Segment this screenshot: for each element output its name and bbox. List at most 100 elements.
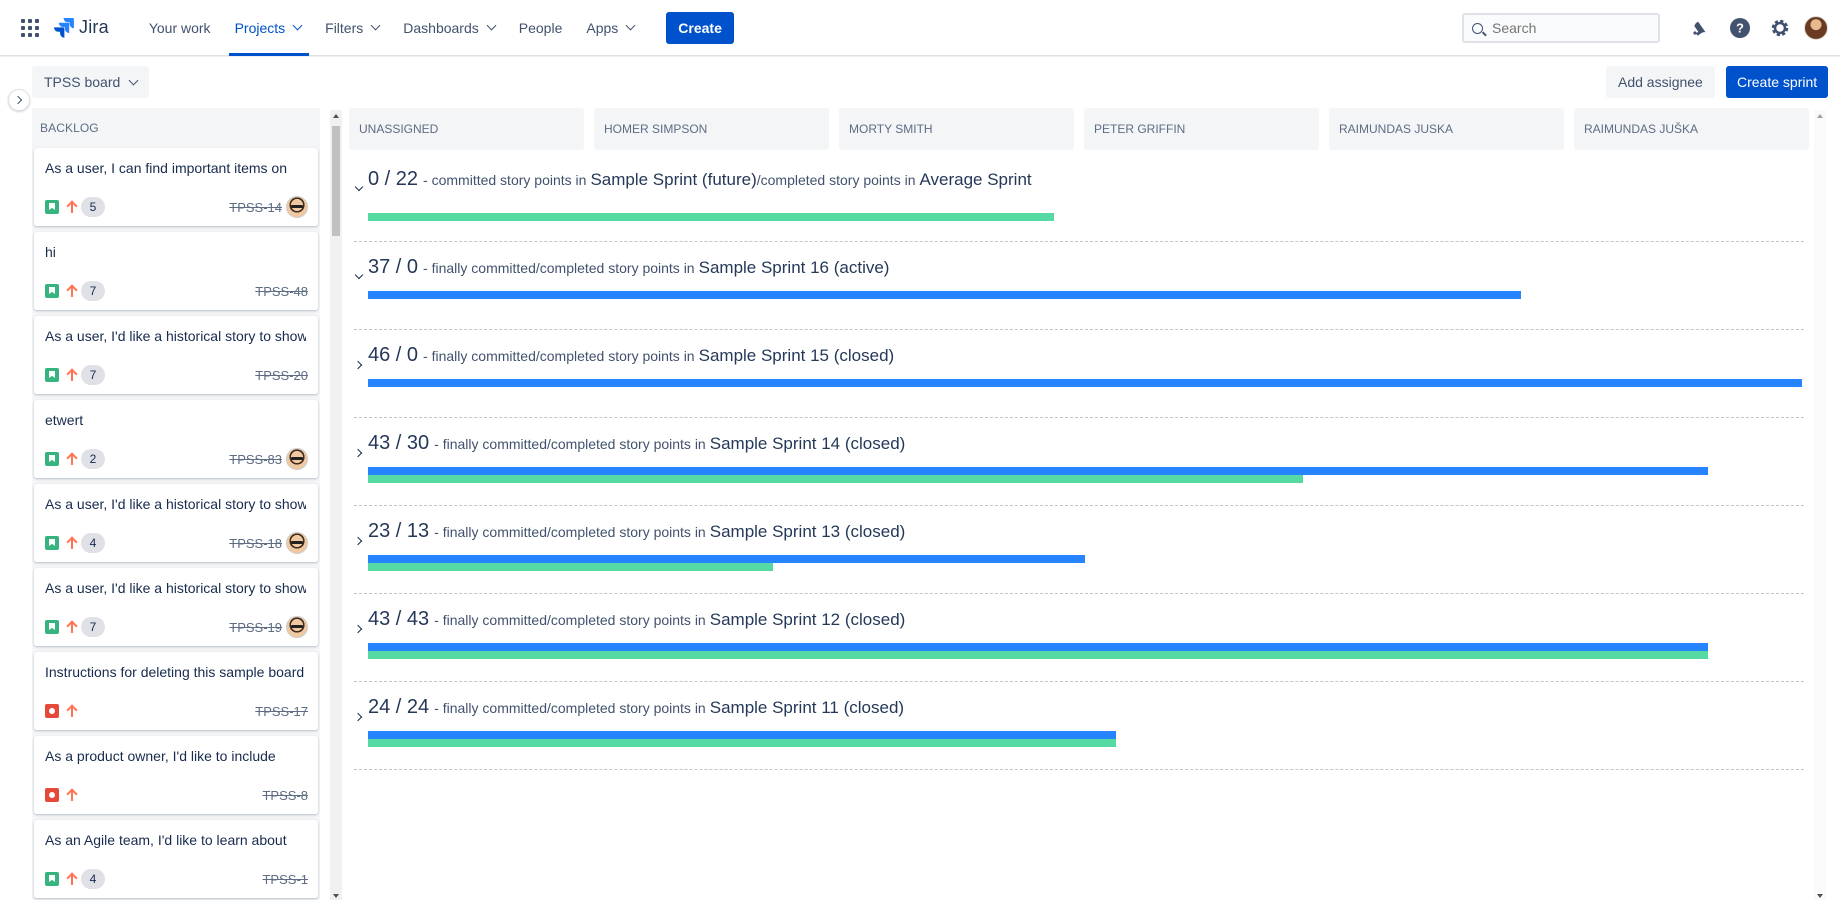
sprint-description: - finally committed/completed story poin…	[434, 612, 706, 628]
card-summary: As a product owner, I'd like to include	[45, 748, 276, 764]
search-box[interactable]	[1462, 13, 1660, 43]
backlog-card[interactable]: As a user, I'd like a historical story t…	[34, 484, 318, 562]
priority-high-icon	[66, 620, 78, 634]
completed-points-bar	[368, 739, 1116, 747]
settings-icon[interactable]	[1764, 12, 1796, 44]
committed-points-bar	[368, 731, 1116, 739]
backlog-card[interactable]: As an Agile team, I'd like to learn abou…	[34, 820, 318, 898]
issue-key[interactable]: TPSS-1	[262, 872, 308, 887]
issue-key[interactable]: TPSS-8	[262, 788, 308, 803]
chevron-right-icon[interactable]	[354, 536, 364, 546]
scroll-up-arrow-icon[interactable]	[333, 114, 339, 118]
chevron-right-icon[interactable]	[354, 360, 364, 370]
backlog-card[interactable]: As a user, I'd like a historical story t…	[34, 316, 318, 394]
chevron-right-icon[interactable]	[354, 624, 364, 634]
completed-points-bar	[368, 651, 1708, 659]
bug-type-icon	[45, 704, 59, 718]
issue-key[interactable]: TPSS-19	[229, 620, 282, 635]
nav-your-work[interactable]: Your work	[139, 0, 221, 56]
sprint-description: - finally committed/completed story poin…	[423, 260, 695, 276]
committed-points-bar	[368, 555, 1085, 563]
story-type-icon	[45, 284, 59, 298]
add-assignee-button[interactable]: Add assignee	[1606, 66, 1715, 98]
story-type-icon	[45, 872, 59, 886]
nav-label: Apps	[586, 19, 619, 36]
sprint-heading: 43 / 30- finally committed/completed sto…	[368, 432, 905, 455]
backlog-card[interactable]: Instructions for deleting this sample bo…	[34, 652, 318, 730]
expand-sidebar-button[interactable]	[8, 89, 30, 111]
chevron-down-icon[interactable]	[354, 184, 364, 194]
sprint-row: 46 / 0- finally committed/completed stor…	[354, 330, 1804, 418]
notification-icon[interactable]	[1684, 12, 1716, 44]
backlog-card[interactable]: As a product owner, I'd like to include T…	[34, 736, 318, 814]
chevron-down-icon	[625, 20, 636, 31]
chevron-down-icon	[486, 20, 497, 31]
assignee-column-header: RAIMUNDAS JUSKA	[1329, 108, 1564, 150]
sprint-description: - finally committed/completed story poin…	[423, 348, 695, 364]
backlog-card[interactable]: hi 7 TPSS-48	[34, 232, 318, 310]
issue-key[interactable]: TPSS-20	[255, 368, 308, 383]
story-type-icon	[45, 536, 59, 550]
nav-filters[interactable]: Filters	[315, 0, 389, 56]
profile-avatar[interactable]	[1804, 16, 1828, 40]
backlog-card[interactable]: etwert 2 TPSS-83	[34, 400, 318, 478]
app-switcher-icon[interactable]	[21, 18, 39, 37]
issue-key[interactable]: TPSS-17	[255, 704, 308, 719]
jira-logo[interactable]: Jira	[54, 17, 109, 39]
card-footer: 4 TPSS-1	[45, 869, 308, 889]
search-input[interactable]	[1492, 20, 1642, 36]
card-summary: Instructions for deleting this sample bo…	[45, 664, 305, 680]
sprint-row: 24 / 24- finally committed/completed sto…	[354, 682, 1804, 770]
assignee-column-header: PETER GRIFFIN	[1084, 108, 1319, 150]
card-footer: 7 TPSS-19	[45, 616, 308, 638]
chevron-right-icon[interactable]	[354, 712, 364, 722]
card-summary: etwert	[45, 412, 84, 428]
jira-logo-icon	[54, 17, 74, 38]
card-summary: hi	[45, 244, 56, 260]
chevron-down-icon	[128, 75, 139, 85]
scrollbar-thumb[interactable]	[332, 126, 340, 236]
backlog-card[interactable]: As a user, I can find important items on…	[34, 148, 318, 226]
sprint-name: Sample Sprint 11 (closed)	[709, 698, 905, 717]
story-points-badge: 7	[81, 281, 105, 301]
scroll-down-arrow-icon[interactable]	[333, 894, 339, 898]
scroll-down-arrow-icon[interactable]	[1817, 894, 1823, 898]
assignee-column-header: HOMER SIMPSON	[594, 108, 829, 150]
issue-key[interactable]: TPSS-83	[229, 452, 282, 467]
nav-label: Projects	[234, 19, 286, 36]
sprint-description: - finally committed/completed story poin…	[434, 700, 706, 716]
nav-projects[interactable]: Projects	[225, 0, 312, 56]
sprint-points: 46 / 0	[368, 344, 419, 366]
create-button[interactable]: Create	[666, 11, 734, 44]
story-points-badge: 7	[81, 617, 105, 637]
card-summary: As a user, I'd like a historical story t…	[45, 580, 306, 596]
nav-people[interactable]: People	[509, 0, 573, 56]
create-sprint-button[interactable]: Create sprint	[1726, 66, 1829, 98]
backlog-scrollbar[interactable]	[330, 110, 342, 900]
story-points-badge: 7	[81, 365, 105, 385]
issue-key[interactable]: TPSS-48	[255, 284, 308, 299]
nav-label: Your work	[148, 19, 211, 36]
sprint-row: 43 / 43- finally committed/completed sto…	[354, 594, 1804, 682]
card-summary: As a user, I can find important items on	[45, 160, 288, 176]
scroll-up-arrow-icon[interactable]	[1817, 114, 1823, 118]
chevron-down-icon[interactable]	[354, 272, 364, 282]
sprint-name: Sample Sprint 12 (closed)	[709, 610, 906, 629]
issue-key[interactable]: TPSS-18	[229, 536, 282, 551]
backlog-card-list: As a user, I can find important items on…	[32, 148, 320, 898]
committed-points-bar	[368, 379, 1802, 387]
board-scrollbar[interactable]	[1814, 110, 1826, 900]
nav-apps[interactable]: Apps	[576, 0, 644, 56]
card-summary: As an Agile team, I'd like to learn abou…	[45, 832, 287, 848]
board-selector[interactable]: TPSS board	[32, 66, 150, 98]
issue-key[interactable]: TPSS-14	[229, 200, 282, 215]
chevron-down-icon	[292, 20, 303, 31]
card-summary: As a user, I'd like a historical story t…	[45, 328, 306, 344]
sprint-points: 24 / 24	[368, 696, 430, 718]
backlog-card[interactable]: As a user, I'd like a historical story t…	[34, 568, 318, 646]
chevron-right-icon[interactable]	[354, 448, 364, 458]
nav-dashboards[interactable]: Dashboards	[393, 0, 505, 56]
story-points-badge: 4	[81, 869, 105, 889]
help-icon[interactable]: ?	[1724, 12, 1756, 44]
sprint-name: Sample Sprint 15 (closed)	[698, 346, 895, 365]
